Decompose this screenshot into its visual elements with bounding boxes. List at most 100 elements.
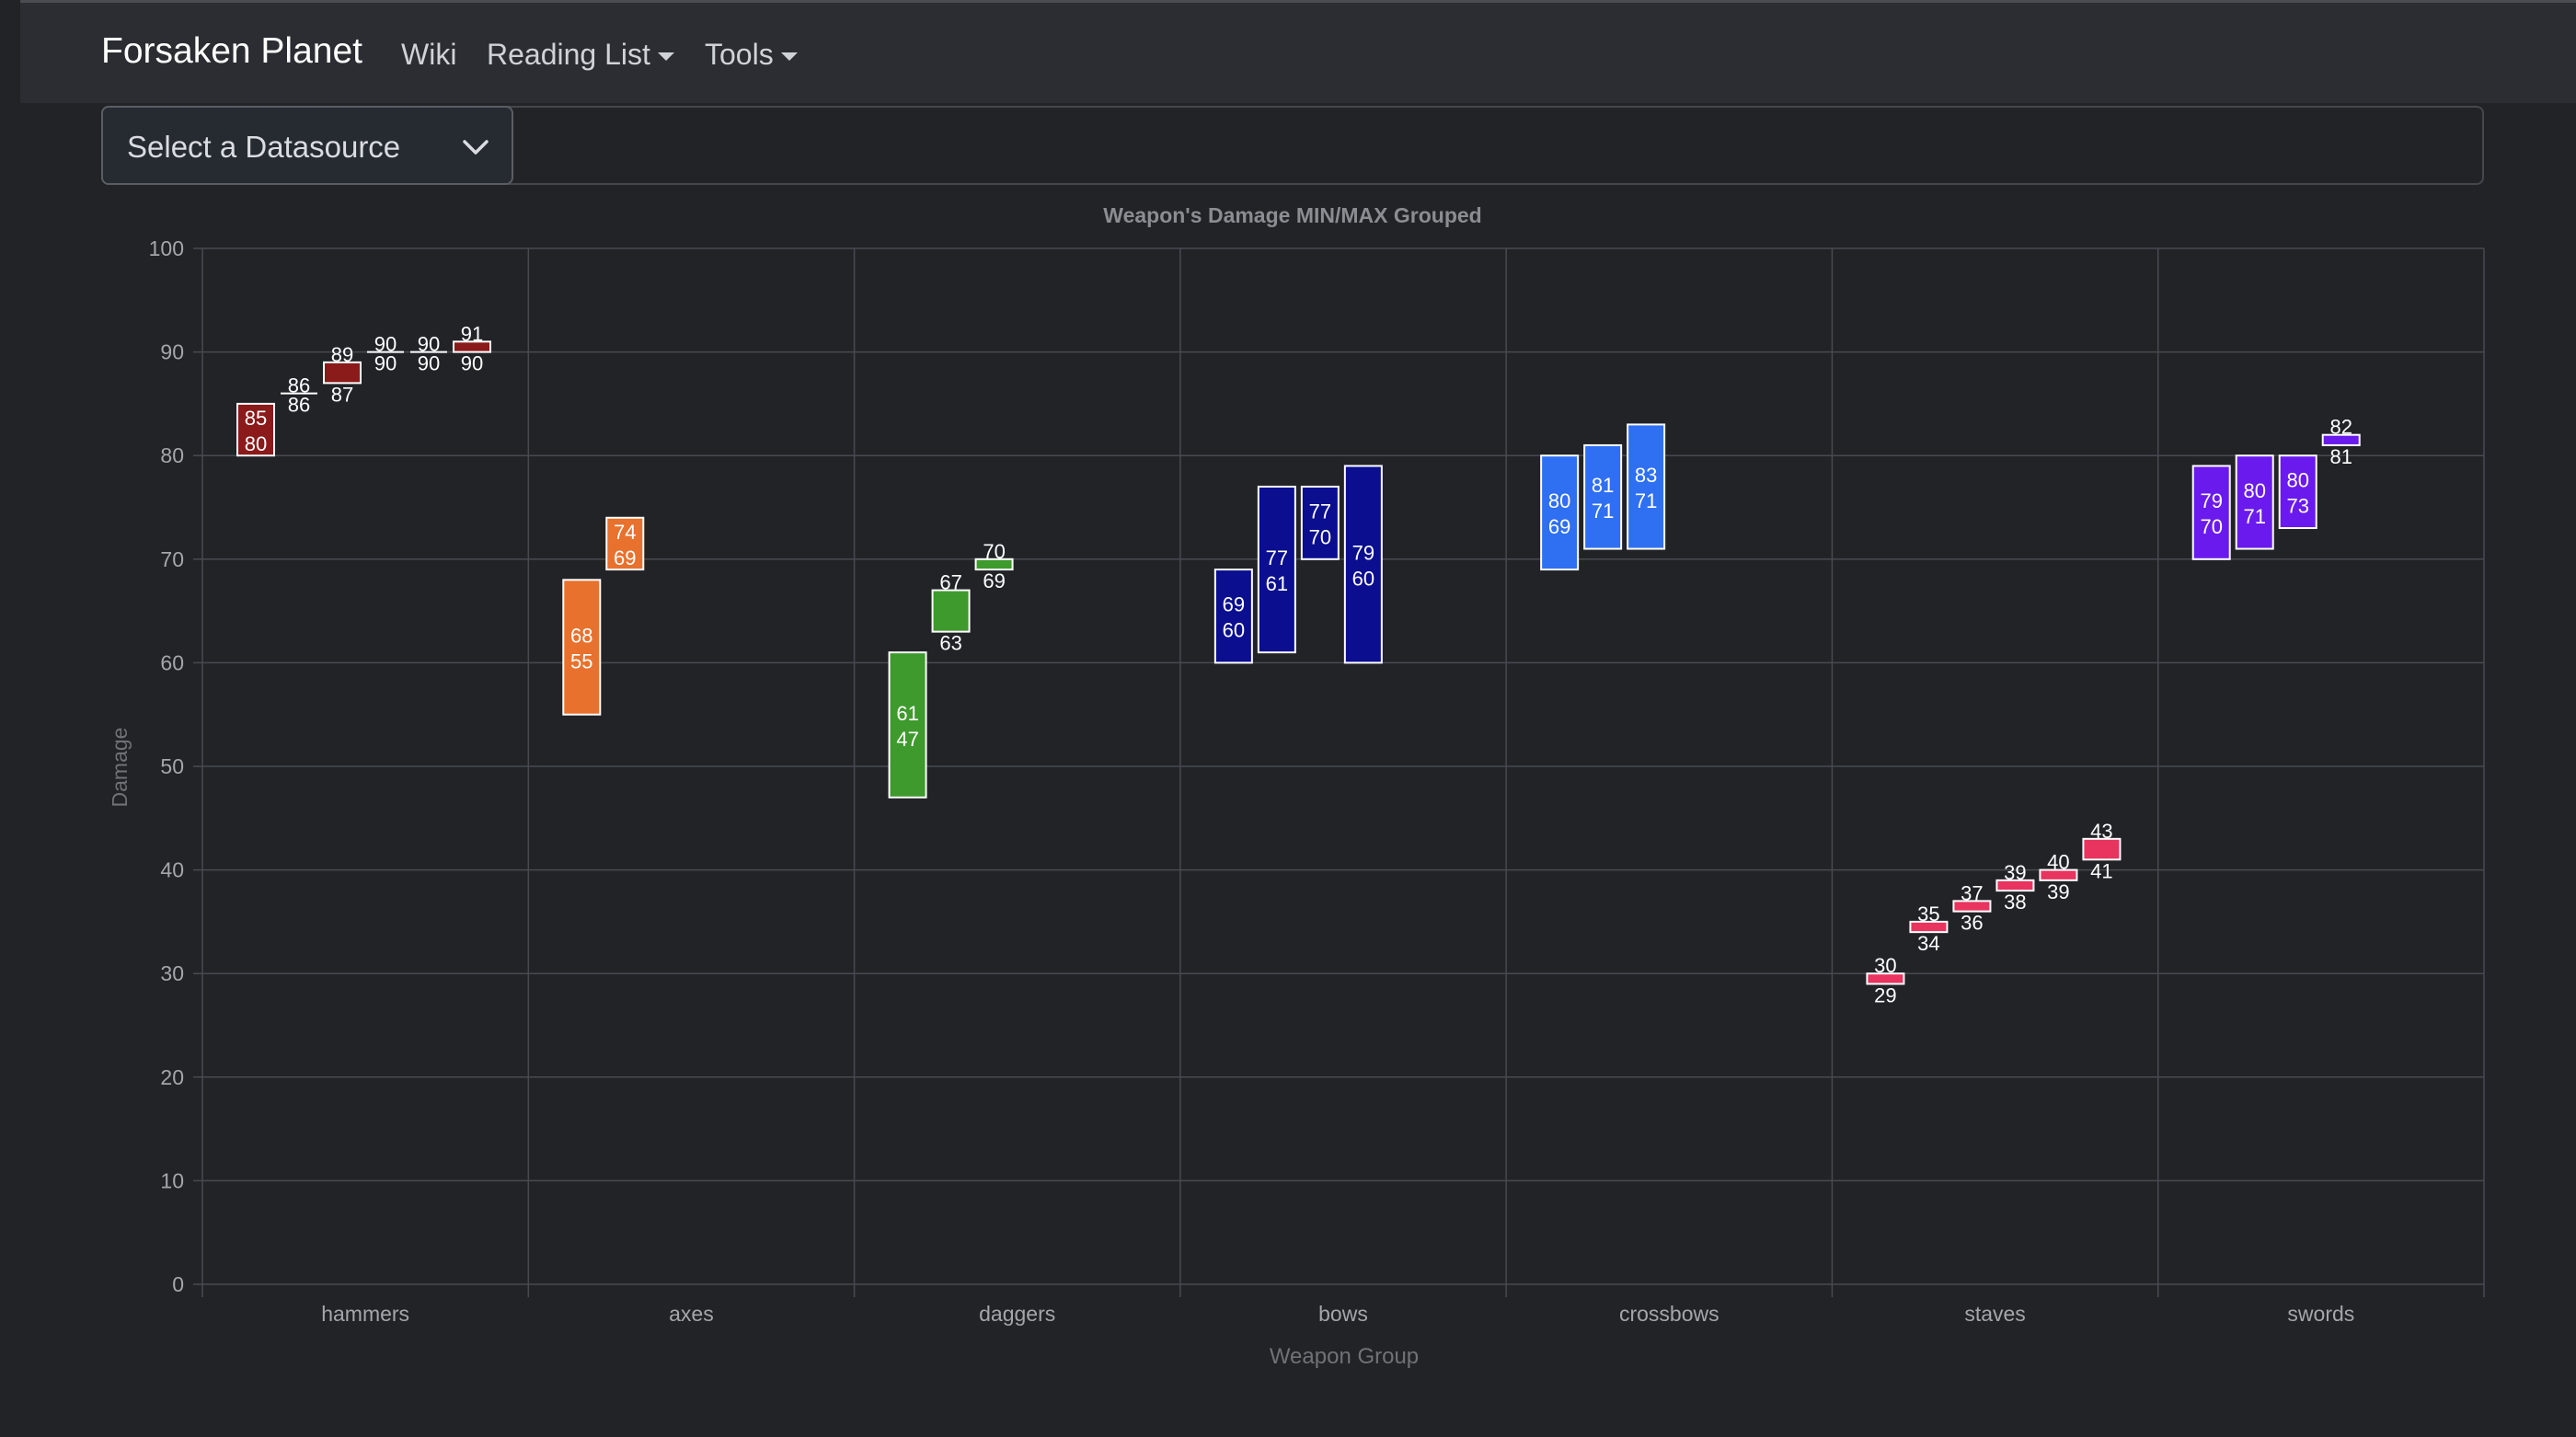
- y-tick-label: 50: [160, 754, 184, 778]
- bar-min-label: 90: [461, 352, 483, 375]
- x-tick-label: staves: [1964, 1302, 2025, 1326]
- range-bar-hammers-5: 9090: [410, 333, 447, 375]
- bar-min-label: 60: [1223, 619, 1245, 642]
- bar-max-label: 43: [2090, 820, 2112, 843]
- bar-min-label: 71: [2243, 505, 2265, 528]
- bar-min-label: 69: [614, 546, 636, 569]
- bar-min-label: 81: [2329, 445, 2352, 468]
- bar-min-label: 70: [1309, 525, 1331, 548]
- bar-min-label: 38: [2004, 891, 2026, 914]
- y-tick-label: 60: [160, 650, 184, 674]
- range-bar-swords-4: 8281: [2321, 416, 2361, 468]
- bar-max-label: 74: [614, 521, 636, 544]
- bar-max-label: 39: [2004, 861, 2026, 884]
- chart-title: Weapon's Damage MIN/MAX Grouped: [1103, 203, 1481, 227]
- bar-max-label: 82: [2329, 416, 2352, 439]
- bar-max-label: 37: [1961, 881, 1983, 904]
- range-bar-daggers-1: 6147: [888, 651, 927, 799]
- x-axis-title: Weapon Group: [1270, 1344, 1419, 1369]
- range-bar-crossbows-3: 8371: [1627, 423, 1666, 550]
- range-bar-bows-4: 7960: [1343, 465, 1383, 664]
- range-bar-bows-1: 6960: [1213, 569, 1253, 664]
- y-tick-label: 20: [160, 1065, 184, 1089]
- y-tick-label: 0: [172, 1272, 184, 1296]
- range-bar-hammers-4: 9090: [367, 333, 404, 375]
- range-bar-crossbows-1: 8069: [1540, 454, 1580, 571]
- range-bar-axes-2: 7469: [605, 516, 645, 571]
- bar-min-label: 41: [2090, 859, 2112, 882]
- x-tick-label: crossbows: [1619, 1302, 1719, 1326]
- range-bar-hammers-6: 9190: [453, 322, 491, 375]
- bar-max-label: 77: [1309, 500, 1331, 523]
- bar-min-label: 80: [245, 432, 267, 455]
- bar-max-label: 67: [939, 571, 961, 594]
- bar-min-label: 39: [2047, 880, 2069, 903]
- bar-max-label: 30: [1874, 954, 1896, 977]
- chart-grid: [193, 247, 2485, 1297]
- range-bar-swords-1: 7970: [2191, 465, 2231, 560]
- range-bar-bows-2: 7761: [1257, 485, 1296, 654]
- bar-max-label: 77: [1266, 546, 1288, 569]
- bar-max-label: 83: [1635, 464, 1657, 487]
- bar-min-label: 90: [374, 352, 397, 375]
- x-tick-label: daggers: [979, 1302, 1055, 1326]
- x-tick-label: axes: [669, 1302, 714, 1326]
- bar-max-label: 40: [2047, 851, 2069, 874]
- bar-min-label: 55: [570, 650, 592, 673]
- bar-min-label: 70: [2200, 515, 2222, 538]
- chart: Weapon's Damage MIN/MAX Grouped 0 10 20 30 4…: [108, 203, 2485, 1369]
- y-tick-label: 40: [160, 858, 184, 882]
- bar-max-label: 80: [2243, 479, 2265, 502]
- bar-min-label: 86: [288, 394, 310, 417]
- bar-min-label: 29: [1874, 983, 1896, 1006]
- bar-max-label: 89: [331, 343, 353, 366]
- bar-max-label: 81: [1592, 474, 1614, 497]
- chart-axes: 0 10 20 30 40 50 60 70 80 90 100 hammers axes daggers…: [149, 236, 2355, 1326]
- bar-min-label: 47: [896, 728, 918, 751]
- range-bar-rect: [931, 589, 971, 633]
- x-tick-label: bows: [1318, 1302, 1368, 1326]
- bar-min-label: 87: [331, 383, 353, 406]
- bar-max-label: 70: [983, 540, 1005, 563]
- range-bar-daggers-3: 7069: [974, 540, 1014, 592]
- x-tick-label: hammers: [321, 1302, 409, 1326]
- range-bar-axes-1: 6855: [562, 579, 602, 716]
- range-bar-crossbows-2: 8171: [1583, 443, 1623, 550]
- bar-min-label: 90: [418, 352, 440, 375]
- range-bar-daggers-2: 67 63: [931, 571, 971, 655]
- bar-min-label: 69: [1548, 515, 1570, 538]
- y-tick-label: 90: [160, 340, 184, 364]
- range-bar-hammers-2: 8686: [281, 374, 317, 417]
- bar-min-label: 63: [939, 632, 961, 655]
- range-bar-staves-2: 3534: [1909, 902, 1949, 955]
- bar-max-label: 91: [461, 322, 483, 345]
- chart-bars: 8580868689879090909091906855746961476763…: [236, 322, 2361, 1006]
- bar-min-label: 69: [983, 569, 1005, 592]
- y-axis-title: Damage: [108, 728, 132, 808]
- bar-min-label: 71: [1635, 489, 1657, 512]
- bar-min-label: 36: [1961, 912, 1983, 935]
- y-tick-label: 30: [160, 961, 184, 985]
- bar-max-label: 80: [1548, 489, 1570, 512]
- bar-max-label: 68: [570, 625, 592, 648]
- bar-min-label: 34: [1917, 932, 1939, 955]
- range-bar-bows-3: 7770: [1300, 485, 1340, 560]
- bar-max-label: 79: [1352, 541, 1374, 564]
- bar-min-label: 73: [2286, 495, 2308, 518]
- range-bar-staves-3: 3736: [1952, 881, 1992, 935]
- bar-max-label: 69: [1223, 593, 1245, 616]
- range-bar-staves-4: 3938: [1995, 861, 2035, 914]
- range-bar-staves-5: 4039: [2039, 851, 2078, 903]
- bar-max-label: 80: [2286, 469, 2308, 492]
- bar-min-label: 71: [1592, 500, 1614, 523]
- bar-max-label: 85: [245, 407, 267, 430]
- bar-max-label: 35: [1917, 902, 1939, 925]
- y-tick-label: 70: [160, 547, 184, 571]
- bar-min-label: 61: [1266, 572, 1288, 595]
- range-bar-staves-6: 43 41: [2082, 820, 2122, 882]
- range-bar-swords-2: 8071: [2235, 454, 2274, 550]
- bar-max-label: 79: [2200, 489, 2222, 512]
- bar-min-label: 60: [1352, 567, 1374, 590]
- y-tick-label: 100: [149, 236, 184, 260]
- range-bar-staves-1: 3029: [1866, 954, 1905, 1006]
